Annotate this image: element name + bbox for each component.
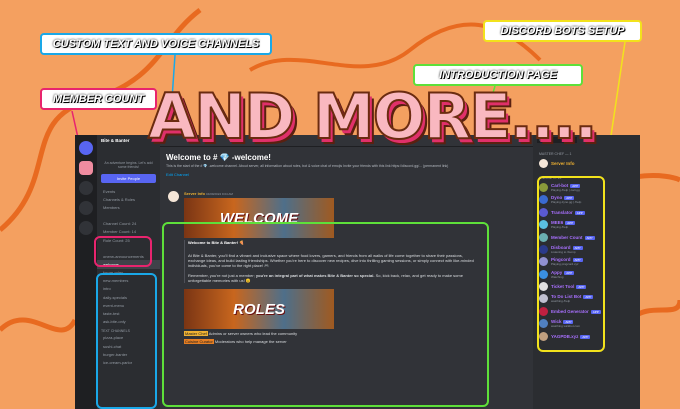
channel-count[interactable]: Channel Count: 24 bbox=[97, 220, 160, 228]
member-item[interactable]: Server Info bbox=[533, 157, 640, 169]
and-more-headline: AND MORE.... bbox=[147, 79, 599, 154]
callout-bots: DISCORD BOTS SETUP bbox=[483, 20, 642, 42]
member-count[interactable]: Member Count: 14 bbox=[97, 228, 160, 236]
callout-channels: CUSTOM TEXT AND VOICE CHANNELS bbox=[40, 33, 272, 55]
channel-welcome-title: Welcome to # 💎 -welcome! bbox=[166, 153, 271, 162]
explore-icon[interactable] bbox=[79, 201, 93, 215]
callout-member-count: MEMBER COUNT bbox=[40, 88, 157, 110]
callout-intro: INTRODUCTION PAGE bbox=[413, 64, 583, 86]
add-server-icon[interactable] bbox=[79, 181, 93, 195]
server-icon[interactable] bbox=[79, 161, 93, 175]
channels-highlight bbox=[96, 273, 157, 409]
author-avatar bbox=[168, 191, 179, 202]
nav-events[interactable]: Events bbox=[97, 187, 160, 195]
bots-highlight bbox=[537, 176, 605, 352]
channel-description: This is the start of the # 💎 -welcome ch… bbox=[166, 164, 449, 168]
invite-people-button[interactable]: Invite People bbox=[101, 174, 156, 183]
discord-home-icon[interactable] bbox=[79, 141, 93, 155]
message-author[interactable]: Server Info bbox=[184, 191, 205, 196]
member-count-highlight bbox=[94, 236, 152, 267]
intro-highlight bbox=[162, 222, 489, 407]
message-timestamp: 04/09/2024 9:04 AM bbox=[206, 192, 233, 196]
server-list bbox=[75, 135, 97, 409]
download-icon[interactable] bbox=[79, 221, 93, 235]
nav-channels-roles[interactable]: Channels & Roles bbox=[97, 195, 160, 203]
nav-members[interactable]: Members bbox=[97, 203, 160, 211]
